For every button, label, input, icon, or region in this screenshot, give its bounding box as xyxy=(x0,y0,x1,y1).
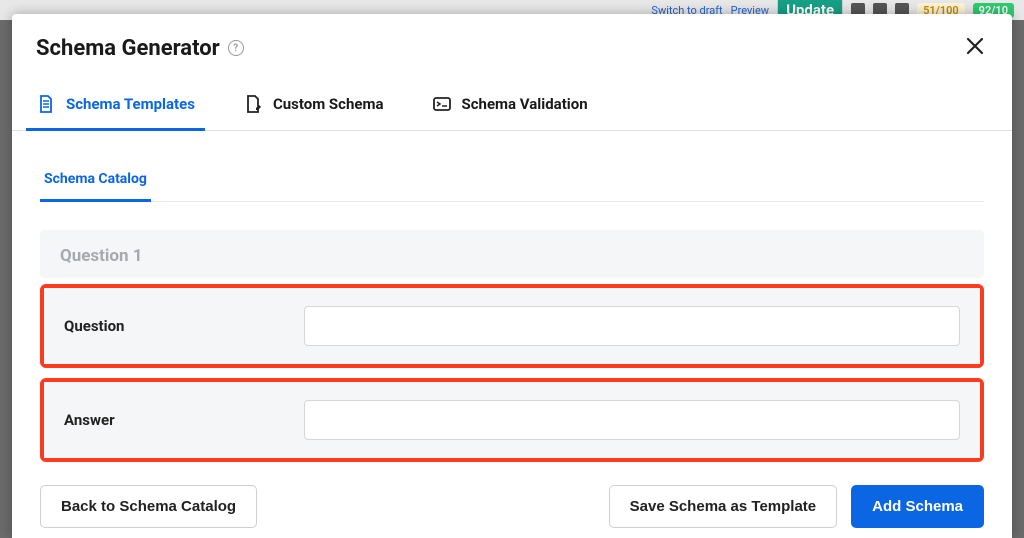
question-input[interactable] xyxy=(304,306,960,346)
tab-label: Schema Validation xyxy=(462,95,588,113)
close-button[interactable] xyxy=(962,32,988,64)
back-button[interactable]: Back to Schema Catalog xyxy=(40,485,257,528)
tab-schema-validation[interactable]: Schema Validation xyxy=(422,80,598,131)
terminal-icon xyxy=(432,94,452,114)
tab-label: Custom Schema xyxy=(273,95,384,113)
subtab-schema-catalog[interactable]: Schema Catalog xyxy=(40,159,151,202)
schema-generator-modal: Schema Generator ? Schema Templates Cust… xyxy=(12,14,1012,538)
tab-label: Schema Templates xyxy=(66,95,195,113)
answer-label: Answer xyxy=(64,411,304,429)
close-icon xyxy=(966,37,984,55)
document-edit-icon xyxy=(243,94,263,114)
question-field-row: Question xyxy=(40,284,984,368)
answer-input[interactable] xyxy=(304,400,960,440)
add-schema-button[interactable]: Add Schema xyxy=(851,485,984,528)
modal-title: Schema Generator xyxy=(36,36,220,61)
section-title: Question 1 xyxy=(40,230,984,278)
modal-header: Schema Generator ? xyxy=(12,14,1012,80)
tab-custom-schema[interactable]: Custom Schema xyxy=(233,80,394,131)
secondary-tabs: Schema Catalog xyxy=(40,159,984,202)
tab-schema-templates[interactable]: Schema Templates xyxy=(26,80,205,131)
question-section: Question 1 xyxy=(40,230,984,278)
help-icon[interactable]: ? xyxy=(228,40,244,56)
answer-field-row: Answer xyxy=(40,378,984,462)
question-label: Question xyxy=(64,317,304,335)
modal-footer: Back to Schema Catalog Save Schema as Te… xyxy=(12,475,1012,538)
primary-tabs: Schema Templates Custom Schema Schema Va… xyxy=(12,80,1012,131)
form-area: Question 1 Question Answer xyxy=(12,202,1012,475)
document-icon xyxy=(36,94,56,114)
save-template-button[interactable]: Save Schema as Template xyxy=(609,485,838,528)
